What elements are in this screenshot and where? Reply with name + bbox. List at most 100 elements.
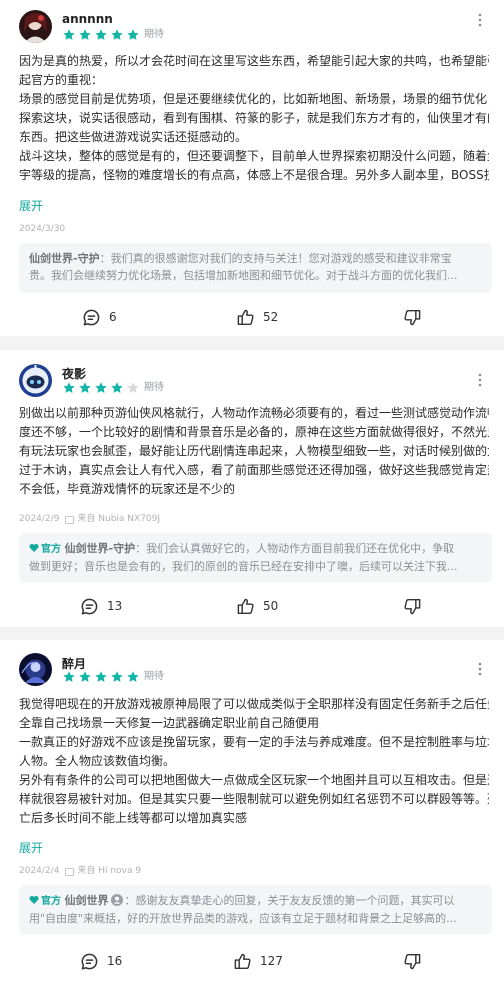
review-meta: 2024/2/9 来自 Nubia NX709J <box>19 514 160 525</box>
reply-text-2: 用"自由度"来概括，好的开放世界品类的游戏，应该有立足于题材和背景之上足够高的.… <box>29 912 457 925</box>
content-line: 人物。全人物应该数值均衡。 <box>19 754 176 768</box>
rating-stars <box>62 381 142 395</box>
reply-author[interactable]: 仙剑世界-守护 <box>29 252 100 265</box>
device-icon <box>65 515 75 524</box>
content-line: 亡后多长时间不能上线等都可以增加真实感 <box>19 811 248 825</box>
rating-stars <box>62 28 142 42</box>
reply-text-1: ：我们真的很感谢您对我们的支持与关注！您对游戏的感受和建议非常宝 <box>99 252 452 265</box>
like-count: 52 <box>263 310 279 324</box>
comment-button[interactable]: 13 <box>80 594 122 618</box>
official-reply[interactable]: 仙剑世界-守护：我们真的很感谢您对我们的支持与关注！您对游戏的感受和建议非常宝 … <box>19 243 492 293</box>
comment-count: 13 <box>107 599 123 613</box>
thumbs-down-icon <box>404 309 421 325</box>
reply-text-2: 贵。我们会继续努力优化场景，包括增加新地图和细节优化。对于战斗方面的优化我们..… <box>29 269 458 282</box>
reply-author[interactable]: 仙剑世界 <box>65 894 109 907</box>
expand-link[interactable]: 展开 <box>19 199 43 213</box>
official-badge: 官方 <box>41 896 61 907</box>
review-device: 来自 Nubia NX709J <box>77 514 161 524</box>
more-icon[interactable] <box>474 372 486 388</box>
thumbs-up-icon <box>237 309 254 325</box>
review-tag: 期待 <box>144 382 164 393</box>
thumbs-down-icon <box>404 953 421 969</box>
content-line: 一款真正的好游戏不应该是挽留玩家，要有一定的手法与养成难度。但不是控制胜率与垃圾 <box>19 735 489 749</box>
star-icon <box>78 381 93 395</box>
star-icon <box>78 670 93 684</box>
review-actions: 13 50 <box>0 594 504 618</box>
content-line: 宇等级的提高，怪物的难度增长的有点高，体感上不是很合理。另外多人副本里，BOSS… <box>19 168 489 182</box>
review-device: 来自 Hi nova 9 <box>77 866 142 876</box>
review-tag: 期待 <box>144 671 164 682</box>
content-line: 起官方的重视： <box>19 73 104 87</box>
content-line: 我觉得吧现在的开放游戏被原神局限了可以做成类似于全职那样没有固定任务新手之后任务 <box>19 697 489 711</box>
reply-line-2: 用"自由度"来概括，好的开放世界品类的游戏，应该有立足于题材和背景之上足够高的.… <box>29 910 482 927</box>
reply-text-1: ：感谢友友真挚走心的回复，关于友友反馈的第一个问题，其实可以 <box>124 894 455 907</box>
comment-count: 16 <box>107 954 123 968</box>
star-icon <box>62 381 77 395</box>
username[interactable]: 醉月 <box>62 657 86 671</box>
review-tag: 期待 <box>144 29 164 40</box>
comment-button[interactable]: 6 <box>82 305 117 329</box>
avatar[interactable] <box>19 10 52 43</box>
review-meta: 2024/2/4 来自 Hi nova 9 <box>19 866 141 877</box>
star-icon <box>126 28 141 42</box>
comment-icon <box>83 309 100 325</box>
more-icon[interactable] <box>474 12 486 28</box>
content-line: 场景的感觉目前是优势项，但是还要继续优化的，比如新地图、新场景，场景的细节优化； <box>19 92 489 106</box>
star-icon <box>126 670 141 684</box>
star-icon <box>126 381 141 395</box>
review-date: 2024/2/4 <box>19 866 60 876</box>
content-line: 不会低，毕竟游戏情怀的玩家还是不少的 <box>19 482 236 496</box>
comment-icon <box>81 953 98 969</box>
thumbs-down-icon <box>404 598 421 614</box>
like-count: 50 <box>263 599 279 613</box>
comment-count: 6 <box>109 310 117 324</box>
star-icon <box>110 381 125 395</box>
content-line: 样就很容易被针对加。但是其实只要一些限制就可以避免例如红名惩罚不可以群殴等等。死 <box>19 792 489 806</box>
content-line: 有玩法玩家也会腻歪，最好能让历代剧情连串起来，人物模型细致一些，对话时候别做的太 <box>19 444 489 458</box>
official-reply[interactable]: 官方 仙剑世界 ：感谢友友真挚走心的回复，关于友友反馈的第一个问题，其实可以 用"… <box>19 885 492 935</box>
star-icon <box>78 28 93 42</box>
device-icon <box>65 867 75 876</box>
official-badge-icon <box>29 896 39 904</box>
dislike-button[interactable] <box>403 949 430 973</box>
official-badge-icon <box>29 544 39 552</box>
avatar[interactable] <box>19 653 52 686</box>
star-icon <box>94 670 109 684</box>
like-button[interactable]: 50 <box>236 594 278 618</box>
review-actions: 6 52 <box>0 305 504 329</box>
official-reply[interactable]: 官方 仙剑世界-守护：我们会认真做好它的，人物动作方面目前我们还在优化中，争取 … <box>19 533 492 583</box>
content-line: 全靠自己找场景一天修复一边武器确定职业前自己随便用 <box>19 716 320 730</box>
star-icon <box>110 670 125 684</box>
reply-line-1: 仙剑世界-守护：我们真的很感谢您对我们的支持与关注！您对游戏的感受和建议非常宝 <box>29 250 482 267</box>
content-line: 战斗这块，整体的感觉是有的，但还要调整下，目前单人世界探索初期没什么问题，随着尘 <box>19 149 489 163</box>
reply-author[interactable]: 仙剑世界-守护 <box>65 542 136 555</box>
rating-stars <box>62 670 142 684</box>
reply-line-1: 官方 仙剑世界 ：感谢友友真挚走心的回复，关于友友反馈的第一个问题，其实可以 <box>29 892 482 910</box>
content-line: 东西。把这些做进游戏说实话还挺感动的。 <box>19 130 248 144</box>
dislike-button[interactable] <box>403 305 430 329</box>
reply-text-1: ：我们会认真做好它的，人物动作方面目前我们还在优化中，争取 <box>135 542 455 555</box>
review-card-3: 醉月 期待 我觉得吧现在的开放游戏被原神局限了可以做成类似于全职那样没有固定任务… <box>0 640 504 1001</box>
avatar[interactable] <box>19 364 52 397</box>
like-button[interactable]: 127 <box>233 949 283 973</box>
review-card-1: annnnn 期待 因为是真的热爱，所以才会花时间在这里写这些东西，希望能引起大… <box>0 0 504 336</box>
username[interactable]: 夜影 <box>62 367 86 381</box>
verified-user-icon <box>110 894 123 906</box>
review-date: 2024/2/9 <box>19 514 60 524</box>
like-button[interactable]: 52 <box>236 305 278 329</box>
star-icon <box>94 28 109 42</box>
content-line: 度还不够，一个比较好的剧情和背景音乐是必备的，原神在这些方面就做得很好，不然光只 <box>19 425 489 439</box>
review-content: 因为是真的热爱，所以才会花时间在这里写这些东西，希望能引起大家的共鸣，也希望能引… <box>19 52 489 185</box>
thumbs-up-icon <box>237 598 254 614</box>
content-line: 过于木讷，真实点会让人有代入感，看了前面那些感觉还还得加强，做好这些我感觉肯定热… <box>19 463 489 477</box>
dislike-button[interactable] <box>403 594 430 618</box>
expand-link[interactable]: 展开 <box>19 841 43 855</box>
comment-button[interactable]: 16 <box>80 949 122 973</box>
username[interactable]: annnnn <box>62 12 113 26</box>
review-card-2: 夜影 期待 别做出以前那种页游仙侠风格就行，人物动作流畅必须要有的，看过一些测试… <box>0 350 504 627</box>
like-count: 127 <box>260 954 283 968</box>
reply-line-1: 官方 仙剑世界-守护：我们会认真做好它的，人物动作方面目前我们还在优化中，争取 <box>29 540 482 558</box>
thumbs-up-icon <box>234 953 251 969</box>
comment-icon <box>81 598 98 614</box>
more-icon[interactable] <box>474 661 486 677</box>
